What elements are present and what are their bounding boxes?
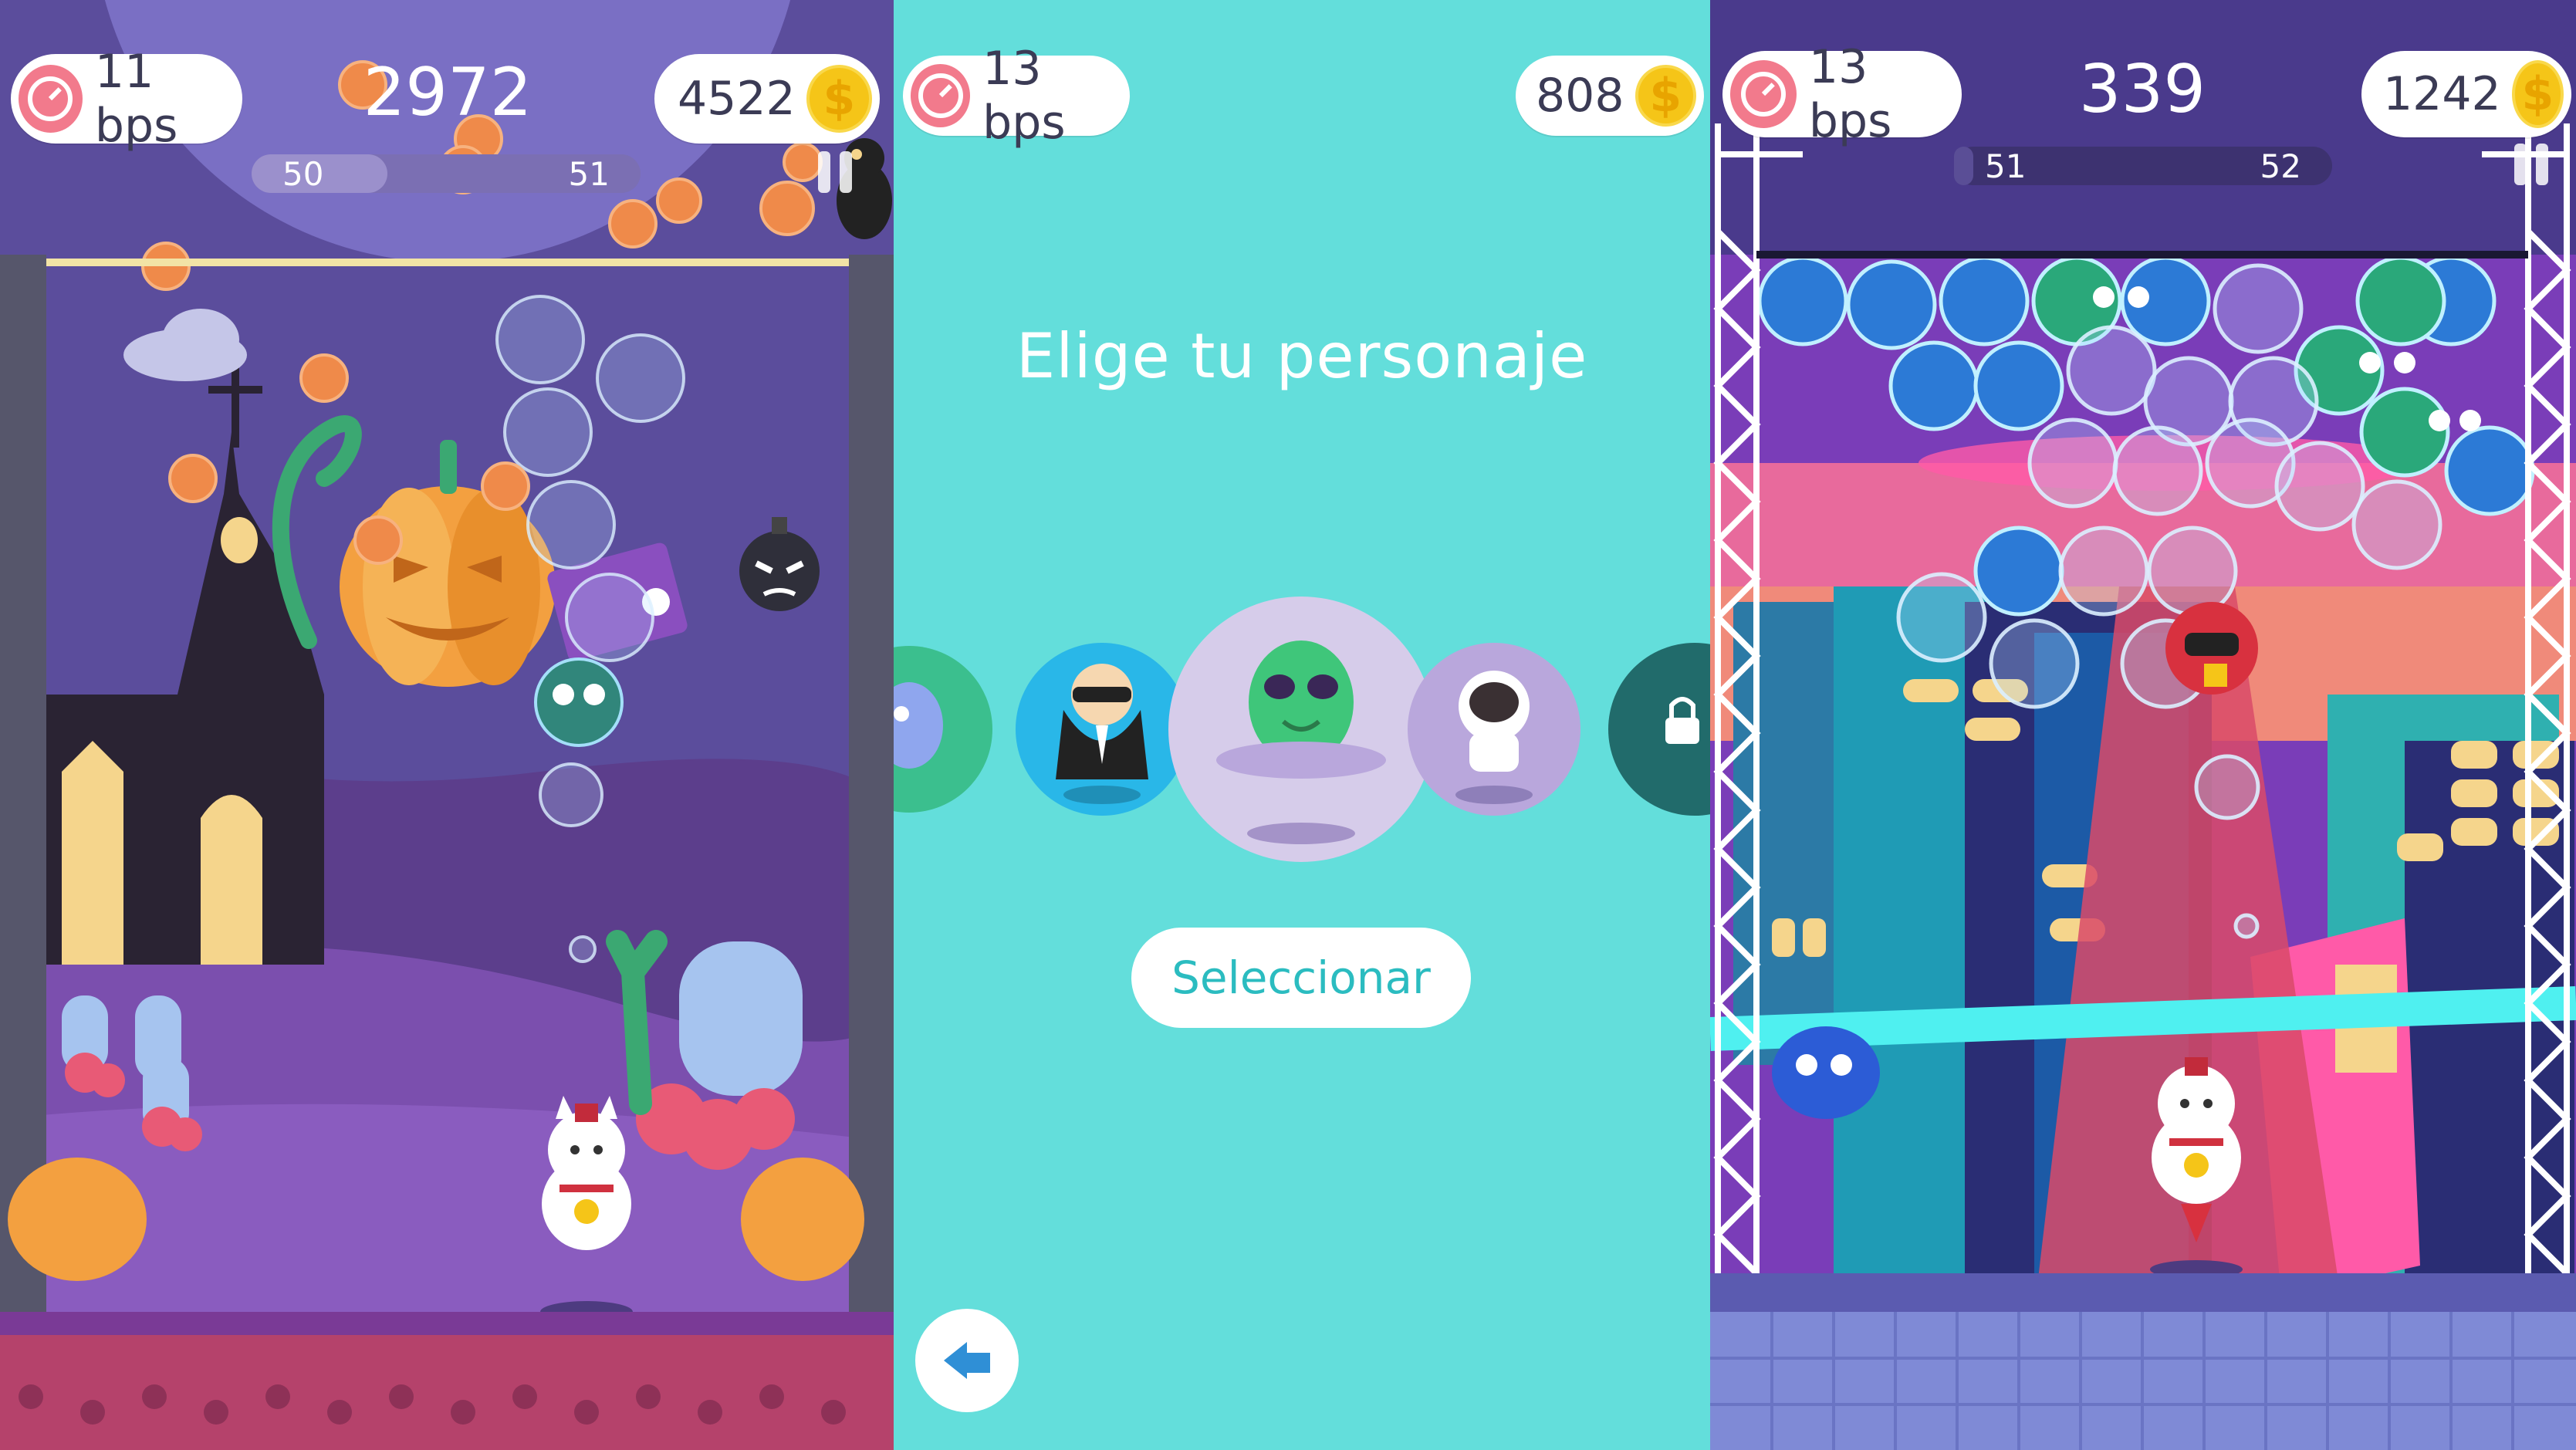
pause-icon-bar xyxy=(2514,144,2527,185)
level-progress-fill xyxy=(1954,147,1973,185)
game-panel-city: 13 bps 339 1242 $ 51 52 xyxy=(1710,0,2576,1450)
coin-amount: 1242 xyxy=(2383,67,2501,121)
coin-icon: $ xyxy=(806,65,872,133)
page-title: Elige tu personaje xyxy=(1016,320,1588,392)
level-current: 50 xyxy=(282,154,324,193)
level-progress-bar: 51 52 xyxy=(1954,147,2332,185)
game-panel-halloween: 11 bps 2972 4522 $ 50 51 xyxy=(0,0,894,1450)
back-arrow-icon xyxy=(944,1342,990,1379)
pause-icon-bar xyxy=(840,151,852,193)
character-select-panel: 13 bps 808 $ Elige tu personaje Seleccio… xyxy=(894,0,1710,1450)
character-astronaut xyxy=(1408,643,1580,816)
bps-indicator: 11 bps xyxy=(11,45,242,153)
coin-icon: $ xyxy=(1635,65,1696,127)
character-locked xyxy=(1608,643,1710,816)
level-next: 51 xyxy=(568,154,610,193)
bps-label: 13 bps xyxy=(982,42,1066,150)
pause-icon-bar xyxy=(2536,144,2548,185)
red-robot-enemy xyxy=(2165,602,2258,695)
halloween-scene xyxy=(0,0,894,1450)
character-agent xyxy=(1016,643,1188,816)
blue-monster xyxy=(1772,1026,1880,1119)
bps-indicator: 13 bps xyxy=(903,42,1130,150)
level-next: 52 xyxy=(2260,147,2301,185)
pause-icon-bar xyxy=(818,151,830,193)
score-counter: 2972 xyxy=(363,54,532,131)
pause-button[interactable] xyxy=(818,151,852,193)
coin-balance: 808 $ xyxy=(1516,56,1704,136)
coin-balance: 4522 $ xyxy=(654,54,880,144)
bps-label: 11 bps xyxy=(94,45,178,153)
select-button[interactable]: Seleccionar xyxy=(1131,928,1471,1028)
score-counter: 339 xyxy=(2078,51,2206,128)
level-progress-bar: 50 51 xyxy=(252,154,641,193)
level-current: 51 xyxy=(1985,147,2027,185)
coin-amount: 808 xyxy=(1536,69,1624,123)
back-button[interactable] xyxy=(915,1309,1019,1412)
character-carousel xyxy=(894,597,1710,862)
bps-indicator: 13 bps xyxy=(1722,40,1962,148)
speedometer-icon xyxy=(1730,60,1797,128)
speedometer-icon xyxy=(19,65,83,133)
speedometer-icon xyxy=(911,64,971,127)
character-robot-blue xyxy=(894,646,992,813)
character-alien-selected xyxy=(1168,597,1434,862)
bps-label: 13 bps xyxy=(1808,40,1892,148)
pause-button[interactable] xyxy=(2514,144,2548,185)
city-scene xyxy=(1710,0,2576,1450)
coin-amount: 4522 xyxy=(678,72,796,126)
coin-icon: $ xyxy=(2511,60,2564,128)
coin-balance: 1242 $ xyxy=(2361,51,2571,137)
